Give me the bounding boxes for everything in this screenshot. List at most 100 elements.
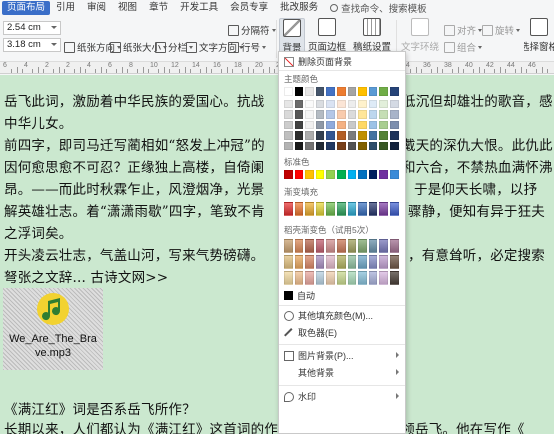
theme-color-swatch[interactable] — [390, 87, 399, 96]
rice-gradient-swatch[interactable] — [305, 271, 314, 285]
rice-gradient-swatch[interactable] — [358, 271, 367, 285]
standard-color-swatch[interactable] — [294, 170, 304, 179]
rice-gradient-swatch[interactable] — [315, 271, 325, 285]
theme-color-swatch[interactable] — [305, 110, 314, 119]
theme-color-swatch[interactable] — [326, 120, 335, 129]
audio-attachment[interactable]: We_Are_The_Bra ve.mp3 — [3, 288, 103, 370]
rice-gradient-swatch[interactable] — [294, 239, 304, 253]
theme-color-swatch[interactable] — [284, 87, 293, 96]
theme-color-swatch[interactable] — [379, 87, 388, 96]
delete-background-item[interactable]: 删除页面背景 — [279, 54, 405, 69]
rice-gradient-swatch[interactable] — [326, 255, 335, 269]
picture-background-item[interactable]: 图片背景(P)... — [279, 348, 405, 363]
group-button[interactable]: 组合 — [444, 40, 483, 54]
rice-gradient-swatch[interactable] — [390, 255, 399, 269]
theme-color-swatch[interactable] — [379, 131, 388, 140]
theme-color-swatch[interactable] — [379, 141, 388, 150]
theme-color-swatch[interactable] — [358, 87, 367, 96]
theme-color-swatch[interactable] — [379, 99, 388, 108]
standard-color-swatch[interactable] — [379, 170, 388, 179]
auto-color-item[interactable]: 自动 — [279, 288, 405, 303]
theme-color-swatch[interactable] — [284, 99, 293, 108]
margin-bottom-field[interactable]: 3.18 cm — [3, 38, 61, 52]
standard-color-swatch[interactable] — [315, 170, 325, 179]
theme-color-swatch[interactable] — [294, 131, 304, 140]
theme-color-swatch[interactable] — [305, 120, 314, 129]
rice-gradient-swatch[interactable] — [305, 239, 314, 253]
rice-gradient-swatch[interactable] — [326, 271, 335, 285]
theme-color-swatch[interactable] — [347, 120, 357, 129]
gradient-fill-swatch[interactable] — [337, 202, 346, 216]
theme-color-swatch[interactable] — [368, 110, 378, 119]
theme-color-swatch[interactable] — [390, 131, 399, 140]
rice-gradient-swatch[interactable] — [347, 271, 357, 285]
rotate-button[interactable]: 旋转 — [482, 23, 521, 37]
rice-gradient-swatch[interactable] — [294, 271, 304, 285]
theme-color-swatch[interactable] — [284, 141, 293, 150]
theme-color-swatch[interactable] — [337, 110, 346, 119]
theme-color-swatch[interactable] — [390, 141, 399, 150]
standard-color-swatch[interactable] — [305, 170, 314, 179]
theme-color-swatch[interactable] — [390, 110, 399, 119]
rice-gradient-swatch[interactable] — [284, 255, 293, 269]
standard-color-swatch[interactable] — [326, 170, 335, 179]
rice-gradient-swatch[interactable] — [379, 271, 388, 285]
theme-color-swatch[interactable] — [347, 110, 357, 119]
tab-page-layout[interactable]: 页面布局 — [2, 1, 51, 15]
theme-color-swatch[interactable] — [305, 141, 314, 150]
theme-color-swatch[interactable] — [337, 120, 346, 129]
theme-color-swatch[interactable] — [326, 141, 335, 150]
rice-gradient-swatch[interactable] — [305, 255, 314, 269]
gradient-fill-swatch[interactable] — [294, 202, 304, 216]
tab-member[interactable]: 会员专享 — [224, 1, 274, 15]
theme-color-swatch[interactable] — [347, 87, 357, 96]
theme-color-swatch[interactable] — [358, 110, 367, 119]
rice-gradient-swatch[interactable] — [337, 239, 346, 253]
rice-gradient-swatch[interactable] — [379, 239, 388, 253]
theme-color-swatch[interactable] — [358, 131, 367, 140]
theme-color-swatch[interactable] — [315, 99, 325, 108]
theme-color-swatch[interactable] — [326, 87, 335, 96]
rice-gradient-swatch[interactable] — [358, 239, 367, 253]
standard-color-swatch[interactable] — [337, 170, 346, 179]
rice-gradient-swatch[interactable] — [347, 239, 357, 253]
rice-gradient-swatch[interactable] — [294, 255, 304, 269]
separator-button[interactable]: 分隔符 — [228, 23, 276, 37]
tab-view[interactable]: 视图 — [112, 1, 143, 15]
standard-color-swatch[interactable] — [358, 170, 367, 179]
gradient-fill-swatch[interactable] — [315, 202, 325, 216]
rice-gradient-swatch[interactable] — [315, 255, 325, 269]
standard-color-swatch[interactable] — [390, 170, 399, 179]
theme-color-swatch[interactable] — [315, 141, 325, 150]
rice-gradient-swatch[interactable] — [368, 255, 378, 269]
theme-color-swatch[interactable] — [347, 99, 357, 108]
tab-review[interactable]: 审阅 — [81, 1, 112, 15]
watermark-item[interactable]: 水印 — [279, 389, 405, 404]
theme-color-swatch[interactable] — [337, 141, 346, 150]
gradient-fill-swatch[interactable] — [284, 202, 293, 216]
rice-gradient-swatch[interactable] — [337, 271, 346, 285]
gradient-fill-swatch[interactable] — [358, 202, 367, 216]
theme-color-swatch[interactable] — [358, 99, 367, 108]
tab-correction[interactable]: 批改服务 — [274, 1, 324, 15]
command-search[interactable]: 查找命令、搜索模板 — [330, 1, 427, 15]
theme-color-swatch[interactable] — [284, 120, 293, 129]
theme-color-swatch[interactable] — [315, 87, 325, 96]
theme-color-swatch[interactable] — [368, 120, 378, 129]
theme-color-swatch[interactable] — [284, 110, 293, 119]
theme-color-swatch[interactable] — [305, 87, 314, 96]
align-button[interactable]: 对齐 — [444, 23, 483, 37]
other-background-item[interactable]: 其他背景 — [279, 365, 405, 380]
theme-color-swatch[interactable] — [358, 141, 367, 150]
theme-color-swatch[interactable] — [305, 131, 314, 140]
horizontal-ruler[interactable]: 6422468101214161820222426283032343638404… — [0, 62, 554, 74]
rice-gradient-swatch[interactable] — [368, 239, 378, 253]
tab-developer[interactable]: 开发工具 — [174, 1, 224, 15]
theme-color-swatch[interactable] — [379, 120, 388, 129]
rice-gradient-swatch[interactable] — [326, 239, 335, 253]
theme-color-swatch[interactable] — [294, 141, 304, 150]
theme-color-swatch[interactable] — [368, 99, 378, 108]
margin-top-field[interactable]: 2.54 cm — [3, 21, 61, 35]
theme-color-swatch[interactable] — [368, 141, 378, 150]
theme-color-swatch[interactable] — [337, 87, 346, 96]
